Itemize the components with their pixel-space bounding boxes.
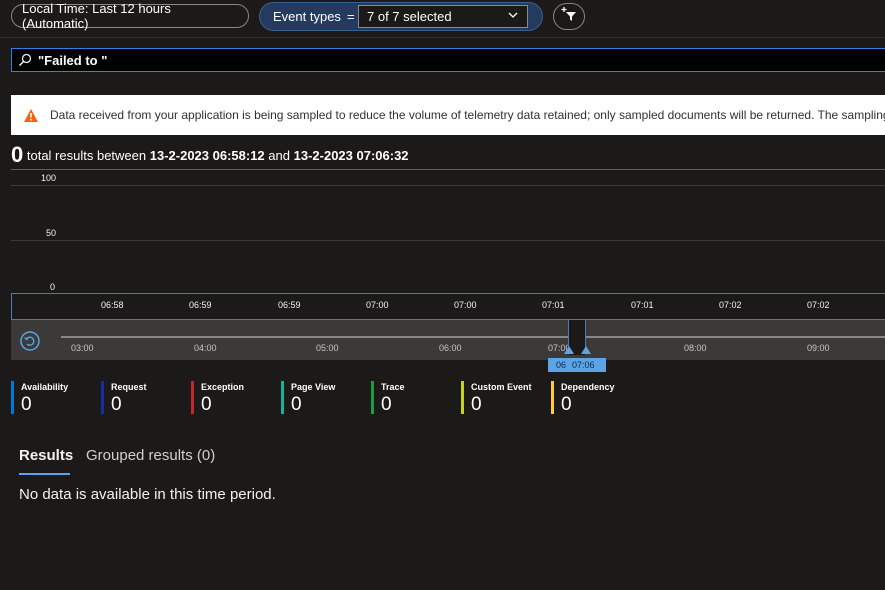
time-range-label: Local Time: Last 12 hours (Automatic) [22,1,171,31]
reset-zoom-icon[interactable] [19,330,41,352]
y-tick-label: 50 [46,228,57,238]
event-types-value: 7 of 7 selected [367,9,452,24]
banner-text: Data received from your application is b… [50,108,885,122]
tab-results[interactable]: Results [19,447,73,464]
results-summary: 0 total results between 13-2-2023 06:58:… [11,142,409,168]
brush-handle-right-icon[interactable] [581,346,591,354]
summary-text: total results between [26,148,147,163]
legend-label: Custom Event [471,382,532,392]
legend-label: Availability [21,382,69,392]
x-tick-label: 06:59 [278,300,301,310]
overview-tick-label: 04:00 [194,343,217,353]
warning-icon [23,108,39,123]
legend-exception[interactable]: Exception 0 [191,381,276,415]
time-brush-timeline[interactable]: 03:00 04:00 05:00 06:00 07:00 08:00 09:0… [11,319,885,360]
legend-count: 0 [381,394,392,415]
overview-tick-label: 03:00 [71,343,94,353]
legend-count: 0 [201,394,212,415]
legend-label: Request [111,382,147,392]
event-types-operator: = [346,9,355,24]
overview-tick-label: 09:00 [807,343,830,353]
y-tick-label: 100 [41,173,57,183]
event-types-filter[interactable]: Event types = 7 of 7 selected [259,2,543,31]
overview-tick-label: 06:00 [439,343,462,353]
event-types-dropdown[interactable]: 7 of 7 selected [358,5,528,28]
active-tab-indicator [19,473,70,475]
gridline [11,240,885,241]
range-end: 13-2-2023 07:06:32 [293,148,409,163]
chevron-down-icon [507,9,519,24]
legend-label: Dependency [561,382,615,392]
add-filter-icon [560,6,578,27]
range-start: 13-2-2023 06:58:12 [149,148,265,163]
search-icon [18,53,32,67]
legend-trace[interactable]: Trace 0 [371,381,456,415]
legend-color-bar [461,381,464,414]
brush-range-label: 06 07:06 [548,358,606,372]
legend-label: Trace [381,382,405,392]
y-tick-label: 0 [50,282,56,292]
legend-request[interactable]: Request 0 [101,381,186,415]
brush-handle-left-icon[interactable] [564,346,574,354]
timeline-track [61,336,885,338]
legend-label: Exception [201,382,245,392]
legend-count: 0 [561,394,572,415]
legend-color-bar [101,381,104,414]
legend-count: 0 [291,394,302,415]
time-axis: 06:58 06:59 06:59 07:00 07:00 07:01 07:0… [11,293,885,320]
brush-start-label: 06 [556,360,567,370]
legend-color-bar [11,381,14,414]
toolbar-divider [0,37,885,38]
legend-color-bar [371,381,374,414]
legend-count: 0 [471,394,482,415]
x-tick-label: 07:00 [454,300,477,310]
x-tick-label: 07:02 [719,300,742,310]
x-tick-label: 07:02 [807,300,830,310]
legend-color-bar [191,381,194,414]
gridline [11,185,885,186]
empty-state-message: No data is available in this time period… [19,486,276,503]
search-query: "Failed to " [38,52,108,68]
legend-custom-event[interactable]: Custom Event 0 [461,381,546,415]
tab-grouped-results[interactable]: Grouped results (0) [86,447,215,464]
time-range-button[interactable]: Local Time: Last 12 hours (Automatic) [11,1,249,31]
overview-tick-label: 05:00 [316,343,339,353]
x-tick-label: 07:01 [542,300,565,310]
summary-and: and [268,148,290,163]
legend-availability[interactable]: Availability 0 [11,381,96,415]
x-tick-label: 07:01 [631,300,654,310]
event-types-label: Event types [273,9,341,24]
search-input[interactable]: "Failed to " [11,48,885,72]
legend-color-bar [281,381,284,414]
overview-tick-label: 08:00 [684,343,707,353]
x-tick-label: 06:58 [101,300,124,310]
legend-page-view[interactable]: Page View 0 [281,381,366,415]
x-tick-label: 07:00 [366,300,389,310]
legend-count: 0 [111,394,122,415]
x-tick-label: 06:59 [189,300,212,310]
add-filter-button[interactable] [553,3,585,30]
sampling-warning-banner: Data received from your application is b… [11,95,885,135]
legend-dependency[interactable]: Dependency 0 [551,381,636,415]
legend-label: Page View [291,382,336,392]
legend-count: 0 [21,394,32,415]
legend-color-bar [551,381,554,414]
chart-top-border [11,169,885,170]
result-count: 0 [11,142,24,167]
brush-end-label: 07:06 [572,360,595,370]
